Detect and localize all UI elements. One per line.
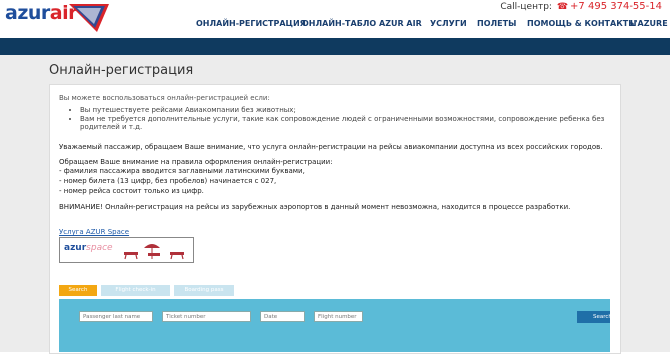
page-title: Онлайн-регистрация	[49, 63, 194, 78]
rule-line: - номер рейса состоит только из цифр.	[59, 187, 204, 195]
callcenter-info: Call-центр: ☎ +7 495 374-55-14	[500, 1, 662, 12]
list-item: Вы путешествуете рейсами Авиакомпании бе…	[80, 106, 620, 115]
rule-line: - фамилия пассажира вводится заглавными …	[59, 167, 305, 175]
conditions-list: Вы путешествуете рейсами Авиакомпании бе…	[70, 106, 620, 132]
azur-space-logo: azurspace	[64, 243, 113, 253]
checkin-form-panel: Passenger last name Ticket number Date F…	[59, 299, 612, 352]
banner-azur-text: azur	[64, 243, 87, 253]
flight-number-input[interactable]: Flight number	[314, 311, 363, 322]
tab-boarding-pass[interactable]: Boarding pass	[174, 285, 234, 296]
nav-item-azur-air[interactable]: AZUR AIR	[379, 19, 422, 28]
rules-title: Обращаем Ваше внимание на правила оформл…	[59, 158, 333, 166]
tab-flight-checkin[interactable]: Flight check-in	[101, 285, 170, 296]
list-item: Вам не требуется дополнительные услуги, …	[80, 115, 620, 132]
site-header: azurair Call-центр: ☎ +7 495 374-55-14 ОН…	[0, 0, 670, 38]
logo-azur-text: azur	[5, 2, 50, 24]
warning-text: ВНИМАНИЕ! Онлайн-регистрация на рейсы из…	[59, 203, 571, 211]
phone-icon: ☎	[556, 2, 569, 12]
banner-space-text: space	[86, 243, 113, 253]
checkin-tabs: Search Flight check-in Boarding pass	[59, 285, 234, 296]
intro-text: Вы можете воспользоваться онлайн-регистр…	[59, 94, 270, 102]
nav-item-lazure[interactable]: L'AZURE	[630, 19, 668, 28]
logo-swoosh-icon	[69, 4, 109, 32]
date-input[interactable]: Date	[260, 311, 305, 322]
nav-item-online-board[interactable]: ОНЛАЙН-ТАБЛО	[302, 19, 376, 28]
azur-space-banner[interactable]: azurspace	[59, 237, 194, 263]
azur-space-link[interactable]: Услуга AZUR Space	[59, 228, 129, 236]
notice-text: Уважаемый пассажир, обращаем Ваше вниман…	[59, 143, 603, 151]
tab-search[interactable]: Search	[59, 285, 97, 296]
top-banner-bar	[0, 38, 670, 55]
passenger-last-name-input[interactable]: Passenger last name	[79, 311, 153, 322]
rule-line: - номер билета (13 цифр, без пробелов) н…	[59, 177, 277, 185]
phone-number[interactable]: +7 495 374-55-14	[570, 1, 662, 12]
nav-item-services[interactable]: УСЛУГИ	[430, 19, 467, 28]
lounge-chairs-icon	[124, 244, 184, 260]
azur-air-logo[interactable]: azurair	[5, 2, 109, 32]
ticket-number-input[interactable]: Ticket number	[162, 311, 251, 322]
callcenter-label: Call-центр:	[500, 2, 552, 12]
nav-item-online-checkin[interactable]: ОНЛАЙН-РЕГИСТРАЦИЯ	[196, 19, 306, 28]
nav-item-flights[interactable]: ПОЛЕТЫ	[477, 19, 516, 28]
nav-item-help-contacts[interactable]: ПОМОЩЬ & КОНТАКТЫ	[527, 19, 636, 28]
search-button[interactable]: Search	[577, 311, 612, 323]
